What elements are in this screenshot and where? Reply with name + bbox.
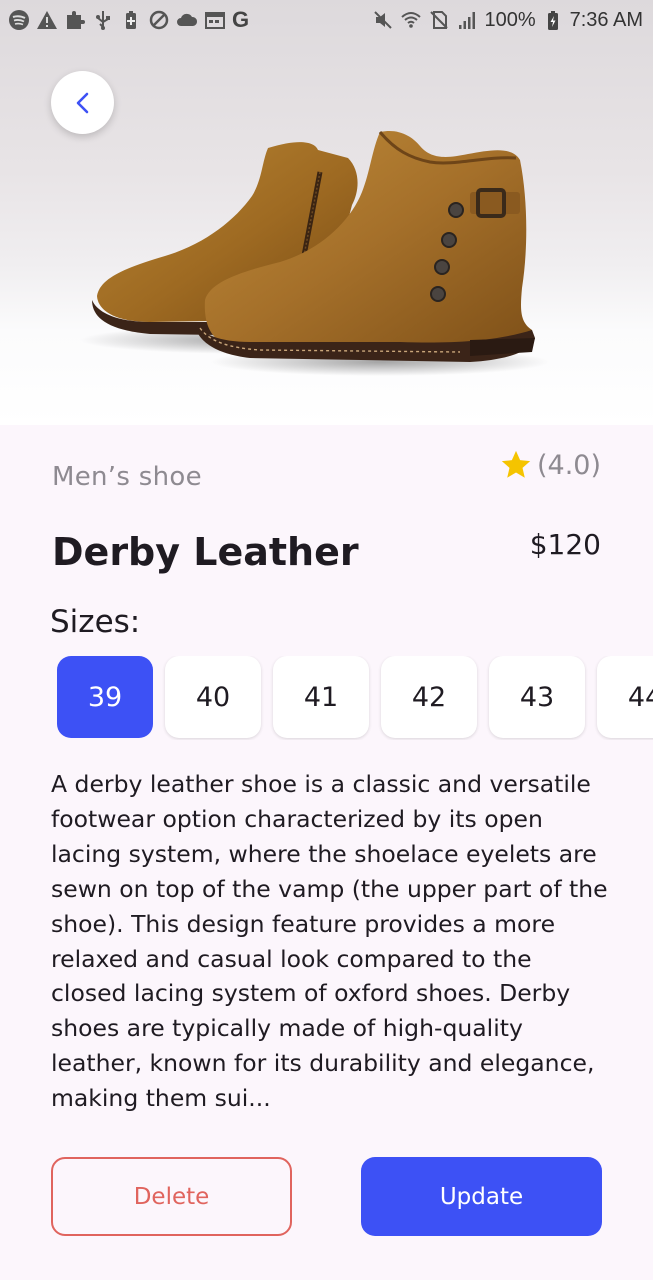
usb-icon: [92, 9, 114, 31]
wifi-icon: [400, 9, 422, 31]
product-price: $120: [529, 528, 601, 561]
warning-icon: [36, 9, 58, 31]
product-title: Derby Leather: [52, 530, 359, 574]
back-button[interactable]: [51, 71, 114, 134]
spotify-icon: [8, 9, 30, 31]
product-image: [0, 0, 653, 425]
battery-saver-icon: [120, 9, 142, 31]
size-option-44[interactable]: 44: [597, 656, 653, 738]
status-icons-left: G: [8, 7, 249, 33]
size-option-42[interactable]: 42: [381, 656, 477, 738]
puzzle-icon: [64, 9, 86, 31]
calendar-icon: [204, 9, 226, 31]
cloud-icon: [176, 9, 198, 31]
battery-percent: 100%: [484, 8, 536, 31]
boots-photo: [80, 130, 550, 376]
update-button[interactable]: Update: [361, 1157, 602, 1236]
rating-value: (4.0): [536, 449, 601, 481]
chevron-left-icon: [76, 92, 88, 113]
product-description: A derby leather shoe is a classic and ve…: [51, 770, 608, 1113]
size-option-41[interactable]: 41: [273, 656, 369, 738]
size-option-40[interactable]: 40: [165, 656, 261, 738]
data-saver-icon: [148, 9, 170, 31]
product-category: Men’s shoe: [52, 462, 202, 492]
signal-icon: [456, 9, 478, 31]
star-icon: [501, 450, 531, 478]
size-option-43[interactable]: 43: [489, 656, 585, 738]
size-selector[interactable]: 39 40 41 42 43 44: [57, 656, 653, 740]
no-sim-icon: [428, 9, 450, 31]
status-bar: G 100% 7:36 AM: [0, 0, 653, 40]
clock: 7:36 AM: [569, 8, 643, 31]
product-rating: (4.0): [499, 448, 601, 482]
google-icon: G: [232, 7, 250, 32]
delete-button[interactable]: Delete: [51, 1157, 292, 1236]
battery-icon: [542, 9, 564, 31]
size-option-39[interactable]: 39: [57, 656, 153, 738]
sizes-label: Sizes:: [50, 604, 141, 640]
status-icons-right: 100% 7:36 AM: [372, 9, 643, 32]
mute-icon: [372, 9, 394, 31]
